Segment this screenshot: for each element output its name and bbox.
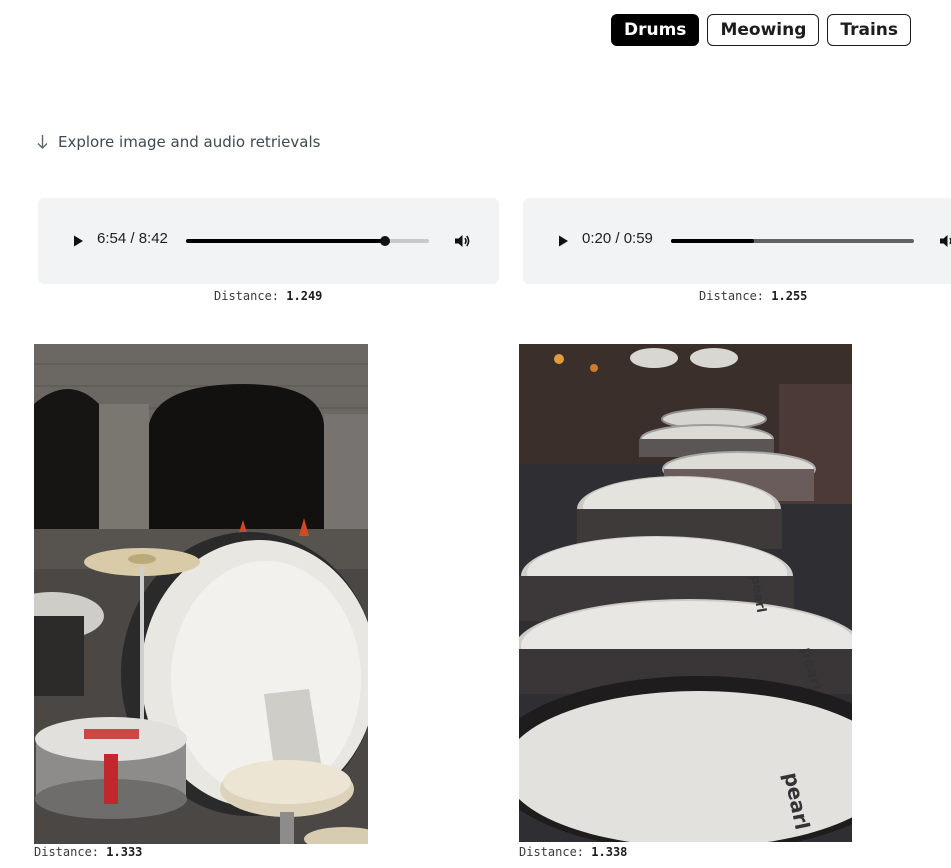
audio-distance-1: Distance: 1.249	[214, 289, 322, 303]
tab-trains[interactable]: Trains	[827, 14, 912, 46]
audio-progress-fill	[186, 239, 386, 243]
distance-label: Distance:	[34, 845, 100, 859]
explore-retrievals-link[interactable]: Explore image and audio retrievals	[36, 133, 320, 151]
tab-drums[interactable]: Drums	[611, 14, 700, 46]
arrow-down-icon	[37, 135, 48, 149]
volume-icon[interactable]	[452, 231, 472, 251]
drum-kit-image	[34, 344, 368, 844]
distance-label: Distance:	[214, 289, 280, 303]
distance-value: 1.338	[591, 845, 628, 859]
play-icon[interactable]	[71, 234, 85, 248]
category-tabs: Drums Meowing Trains	[611, 14, 912, 46]
audio-progress-handle[interactable]	[380, 236, 391, 246]
volume-icon[interactable]	[937, 231, 951, 251]
audio-progress-fill	[671, 239, 754, 243]
distance-label: Distance:	[519, 845, 585, 859]
distance-value: 1.333	[106, 845, 143, 859]
audio-time: 6:54 / 8:42	[97, 230, 168, 247]
play-icon[interactable]	[556, 234, 570, 248]
distance-value: 1.249	[286, 289, 323, 303]
audio-progress-slider[interactable]	[186, 236, 429, 246]
image-distance-2: Distance: 1.338	[519, 845, 627, 859]
audio-player-2: 0:20 / 0:59	[523, 198, 951, 284]
distance-value: 1.255	[771, 289, 808, 303]
tab-meowing[interactable]: Meowing	[707, 14, 820, 46]
explore-label: Explore image and audio retrievals	[58, 133, 321, 151]
audio-progress-slider[interactable]	[671, 239, 914, 243]
audio-time: 0:20 / 0:59	[582, 230, 653, 247]
distance-label: Distance:	[699, 289, 765, 303]
drum-row-image: pearl pearl pearl	[519, 344, 852, 842]
audio-player-1: 6:54 / 8:42	[38, 198, 499, 284]
image-distance-1: Distance: 1.333	[34, 845, 142, 859]
audio-distance-2: Distance: 1.255	[699, 289, 807, 303]
